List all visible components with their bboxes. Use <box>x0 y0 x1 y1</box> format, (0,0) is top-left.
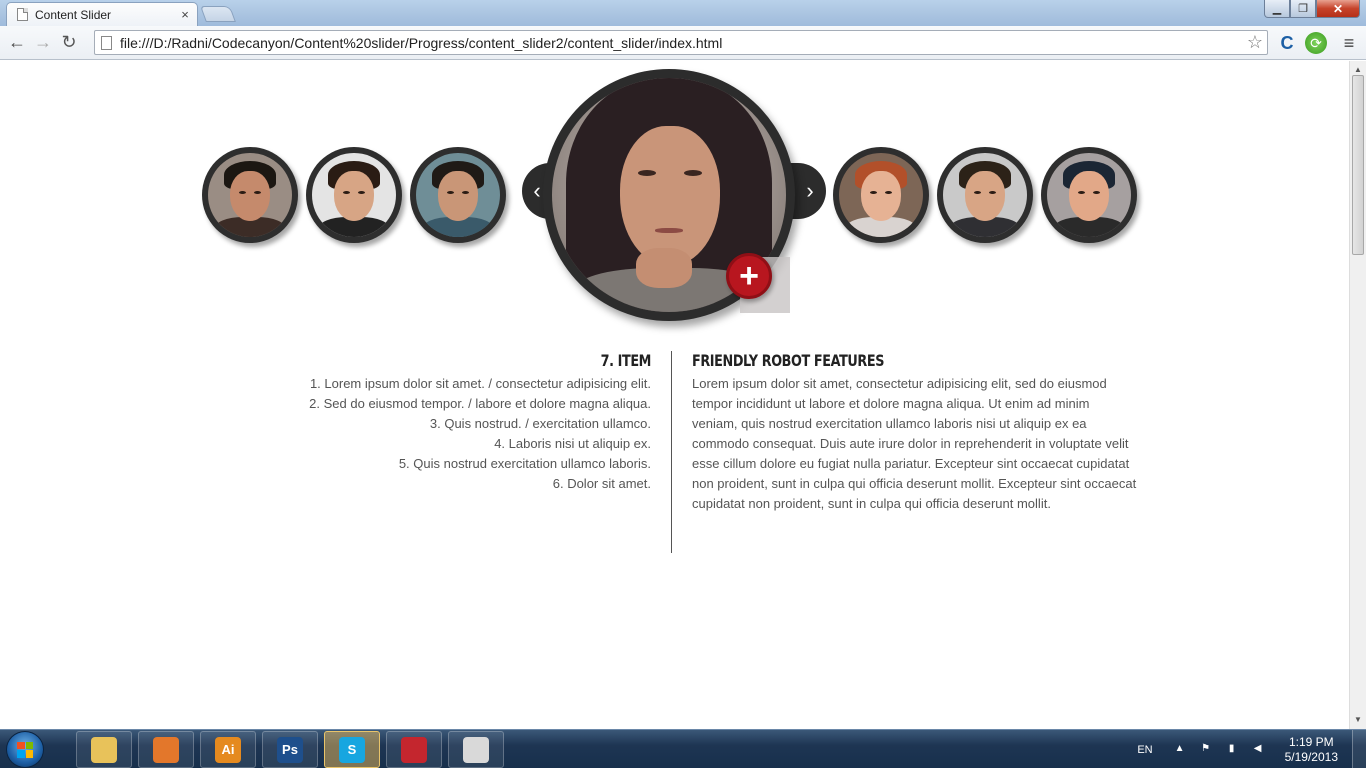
taskbar-chrome[interactable] <box>448 731 504 768</box>
clock-date: 5/19/2013 <box>1284 749 1338 764</box>
list-item: 4. Laboris nisi ut aliquip ex. <box>494 436 651 451</box>
minimize-button[interactable]: ▁ <box>1264 0 1290 18</box>
folder-icon <box>91 736 117 763</box>
tab-close-icon[interactable]: × <box>177 7 193 22</box>
column-divider <box>671 351 672 553</box>
plus-icon[interactable]: + <box>726 253 772 299</box>
taskbar-app-red[interactable] <box>386 731 442 768</box>
reload-icon[interactable]: ↻ <box>56 30 82 56</box>
slider-thumb-2[interactable] <box>306 147 402 243</box>
clock[interactable]: 1:19 PM 5/19/2013 <box>1285 735 1338 765</box>
url-text[interactable]: file:///D:/Radni/Codecanyon/Content%20sl… <box>120 35 1247 51</box>
skype-icon: S <box>339 736 365 763</box>
illustrator-icon: Ai <box>215 736 241 763</box>
show-hidden-icons-icon[interactable]: ▲ <box>1173 743 1187 757</box>
volume-icon[interactable]: ◀ <box>1251 743 1265 757</box>
windows-taskbar: Ai Ps S EN ▲ ⚑ ▮ ◀ 1:19 PM 5/19/2013 <box>0 729 1366 768</box>
scrollbar-thumb[interactable] <box>1352 75 1364 255</box>
windows-logo-icon <box>17 741 33 758</box>
slider-thumb-6[interactable] <box>1041 147 1137 243</box>
browser-toolbar: ← → ↻ file:///D:/Radni/Codecanyon/Conten… <box>0 26 1366 60</box>
browser-tab[interactable]: Content Slider × <box>6 2 198 26</box>
show-desktop-button[interactable] <box>1352 730 1366 768</box>
firefox-icon <box>153 736 179 763</box>
window-controls: ▁ ❐ ✕ <box>1264 0 1360 18</box>
forward-arrow-icon[interactable]: → <box>30 30 56 56</box>
list-item: 5. Quis nostrud exercitation ullamco lab… <box>398 456 651 471</box>
list-item: 2. Sed do eiusmod tempor. / labore et do… <box>309 396 651 411</box>
network-signal-icon[interactable]: ▮ <box>1225 743 1239 757</box>
taskbar-photoshop[interactable]: Ps <box>262 731 318 768</box>
chrome-icon <box>463 736 489 763</box>
maximize-button[interactable]: ❐ <box>1290 0 1316 18</box>
system-tray: EN ▲ ⚑ ▮ ◀ 1:19 PM 5/19/2013 <box>1137 730 1366 768</box>
new-tab-button[interactable] <box>200 6 236 22</box>
browser-titlebar: Content Slider × ▁ ❐ ✕ <box>0 0 1366 26</box>
features-column: Friendly Robot Features Lorem ipsum dolo… <box>692 351 1137 514</box>
page-icon <box>101 35 112 50</box>
scroll-down-icon[interactable]: ▼ <box>1350 713 1366 727</box>
vertical-scrollbar[interactable]: ▲ ▼ <box>1349 61 1366 729</box>
tab-title: Content Slider <box>35 7 112 22</box>
list-item: 3. Quis nostrud. / exercitation ullamco. <box>429 416 651 431</box>
action-center-icon[interactable]: ⚑ <box>1199 743 1213 757</box>
bookmark-star-icon[interactable]: ☆ <box>1247 32 1263 53</box>
photoshop-icon: Ps <box>277 736 303 763</box>
list-item: 1. Lorem ipsum dolor sit amet. / consect… <box>309 376 651 391</box>
extension-refresh-icon[interactable]: ⟳ <box>1305 32 1327 54</box>
slider-thumb-1[interactable] <box>202 147 298 243</box>
page-icon <box>17 8 28 21</box>
taskbar-illustrator[interactable]: Ai <box>200 731 256 768</box>
close-window-button[interactable]: ✕ <box>1316 0 1360 18</box>
taskbar-explorer[interactable] <box>76 731 132 768</box>
slider-thumb-5[interactable] <box>937 147 1033 243</box>
slider-thumb-4[interactable] <box>833 147 929 243</box>
features-title: Friendly Robot Features <box>692 351 885 370</box>
clock-time: 1:19 PM <box>1288 734 1334 749</box>
menu-icon[interactable]: ≡ <box>1338 32 1360 54</box>
taskbar-skype[interactable]: S <box>324 731 380 768</box>
language-indicator[interactable]: EN <box>1137 744 1152 756</box>
list-item: 6. Dolor sit amet. <box>552 476 651 491</box>
features-text: Lorem ipsum dolor sit amet, consectetur … <box>692 376 1137 511</box>
extension-c-icon[interactable]: C <box>1276 32 1298 54</box>
taskbar-firefox[interactable] <box>138 731 194 768</box>
start-button[interactable] <box>6 731 44 768</box>
app-red-icon <box>401 736 427 763</box>
item-list-column: 7. Item 1. Lorem ipsum dolor sit amet. /… <box>240 351 651 494</box>
item-title: 7. Item <box>600 351 652 370</box>
page-viewport: ‹ › + 7. Item 1. Lorem ipsum dolor sit a… <box>0 61 1349 729</box>
slider-thumb-3[interactable] <box>410 147 506 243</box>
back-arrow-icon[interactable]: ← <box>4 30 30 56</box>
address-bar[interactable]: file:///D:/Radni/Codecanyon/Content%20sl… <box>94 30 1268 55</box>
